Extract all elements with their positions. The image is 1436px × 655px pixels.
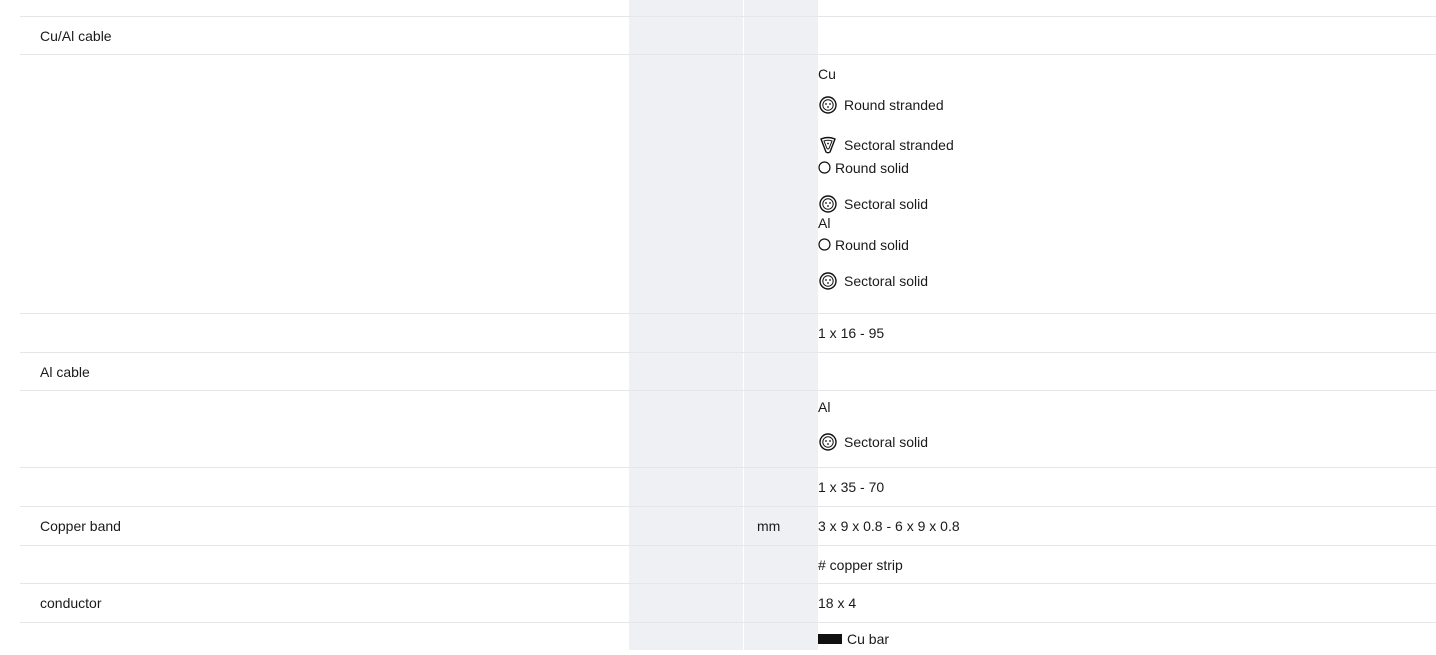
row-label [20,623,629,655]
list-item: Round solid [818,232,1436,257]
cu-bar-label: Cu bar [847,631,890,647]
row-label: conductor [40,595,102,611]
row-unit [629,17,818,54]
table-row: Cu Round stranded Sectoral stranded Roun… [20,54,1436,313]
conductor-type-label: Sectoral stranded [844,137,954,153]
table-row: Al Sectoral solid [20,390,1436,467]
row-unit [629,353,818,390]
row-label: Copper band [40,518,121,534]
conductor-types: Al Sectoral solid [818,391,1436,467]
row-unit: mm [757,518,781,534]
sectoral-solid-icon [819,195,837,213]
row-label: Cu/Al cable [40,27,112,44]
row-value: 3 x 9 x 0.8 - 6 x 9 x 0.8 [818,518,960,534]
row-value: 1 x 35 - 70 [818,479,885,495]
table-row: 1 x 35 - 70 [20,467,1436,506]
row-unit [629,546,818,583]
conductor-type-label: Sectoral solid [844,196,929,212]
conductor-type-label: Sectoral solid [844,434,929,450]
conductor-type-label: Round solid [835,159,909,176]
row-value: Cu bar [818,623,1436,655]
conductor-types: Cu Round stranded Sectoral stranded Roun… [818,55,1436,313]
row-unit [629,314,818,352]
material-al-title: Al [818,215,831,231]
round-stranded-icon [819,96,837,114]
conductor-type-label: Round stranded [844,97,944,113]
row-value: 18 x 4 [818,595,857,611]
table-row: Copper band mm 3 x 9 x 0.8 - 6 x 9 x 0.8 [20,506,1436,545]
sectoral-solid-icon [819,433,837,451]
round-solid-icon [818,161,831,174]
row-unit [629,623,818,655]
table-row: Cu bar [20,622,1436,655]
table-row: # copper strip [20,545,1436,583]
row-unit [629,55,818,313]
row-value [818,353,1436,390]
row-unit [629,468,818,506]
row-label [20,468,629,506]
row-unit [629,584,818,622]
table-row: Cu/Al cable [20,16,1436,54]
table-row: conductor 18 x 4 [20,583,1436,622]
list-item: Round stranded [818,83,1436,115]
row-label [20,55,629,313]
list-item: Sectoral stranded [818,115,1436,155]
sectoral-stranded-icon [820,136,836,154]
row-label [20,546,629,583]
table-row: Al cable [20,352,1436,390]
cu-bar-icon [818,634,842,644]
row-label [20,314,629,352]
list-item: Round solid [818,155,1436,180]
conductor-type-label: Sectoral solid [844,273,929,289]
material-al-title: Al [818,399,831,415]
row-unit [629,391,818,467]
list-item: Sectoral solid [818,416,1436,452]
row-value [818,17,1436,54]
material-cu-title: Cu [818,66,836,82]
row-value: # copper strip [818,556,903,573]
round-solid-icon [818,238,831,251]
list-item: Sectoral solid [818,257,1436,291]
specification-table: Cu/Al cable Cu Round stranded Sectoral s… [20,16,1436,655]
row-value: 1 x 16 - 95 [818,325,885,341]
row-label [20,391,629,467]
conductor-type-label: Round solid [835,236,909,253]
list-item: Sectoral solid [818,180,1436,214]
row-label: Al cable [40,363,90,380]
table-row: 1 x 16 - 95 [20,313,1436,352]
sectoral-solid-icon [819,272,837,290]
